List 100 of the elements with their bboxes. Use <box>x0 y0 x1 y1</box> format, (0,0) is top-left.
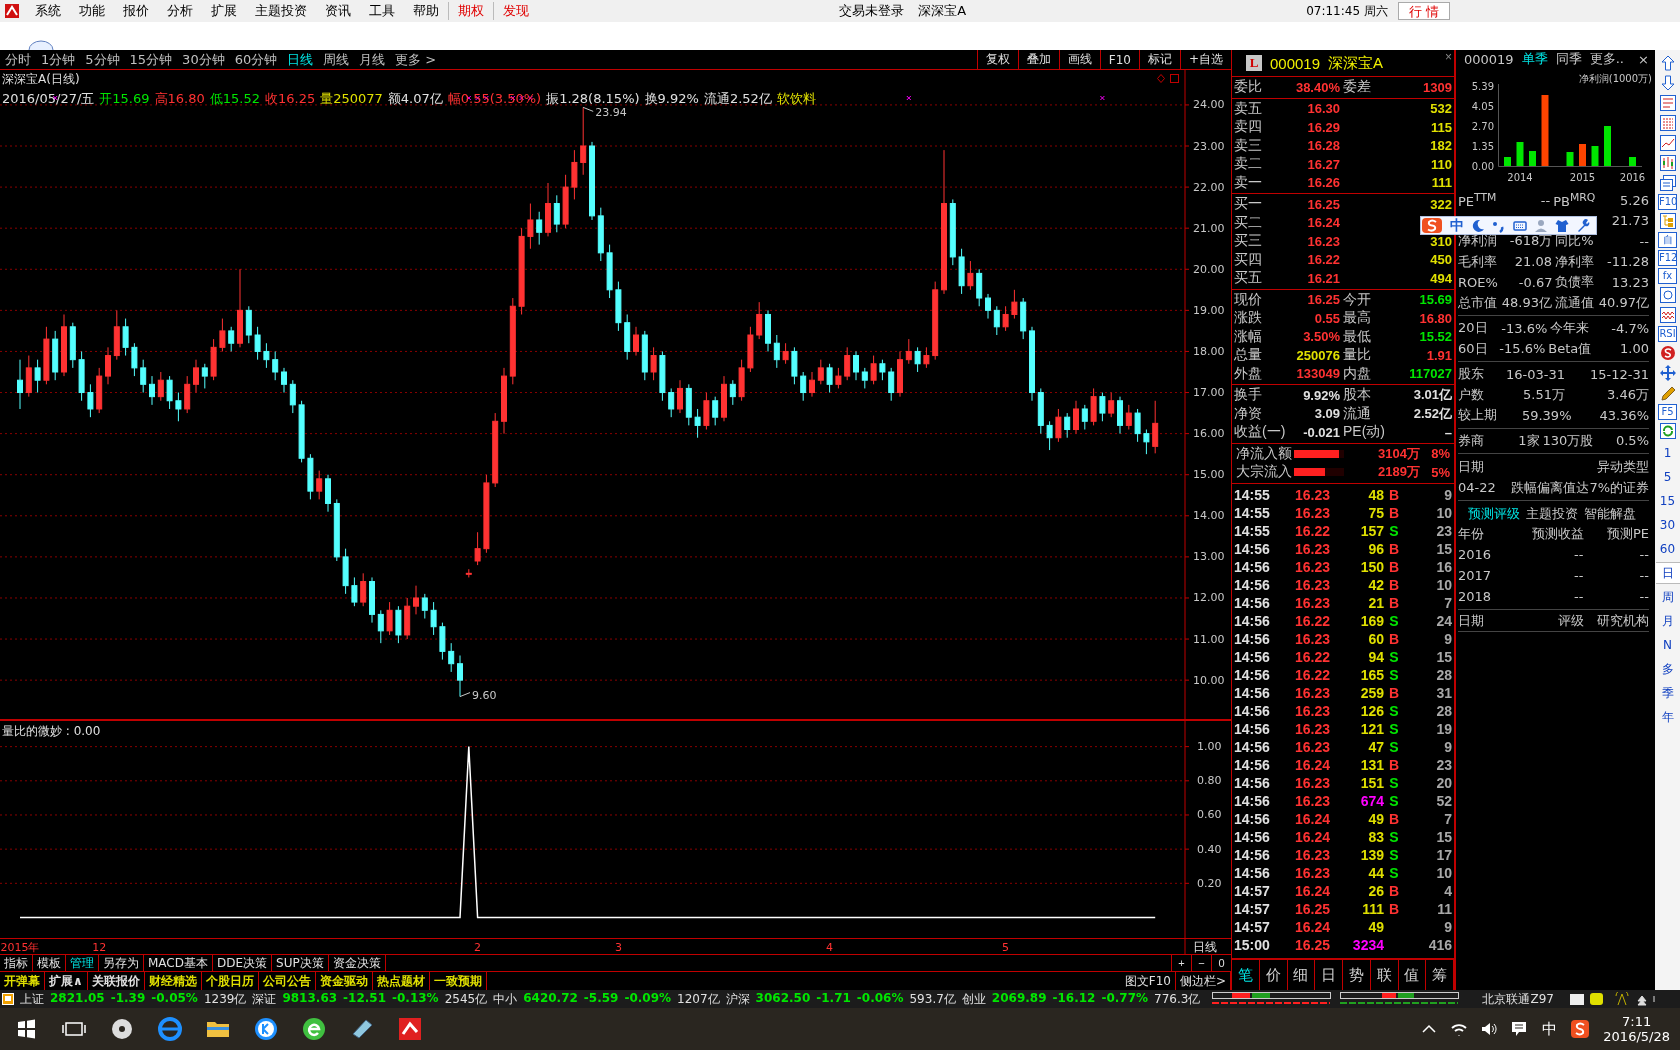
toolbar-button[interactable]: 自 <box>1658 232 1677 248</box>
trade-volume: 3234 <box>1351 936 1384 953</box>
windows-icon[interactable] <box>1657 174 1678 192</box>
period-tab[interactable]: 周线 <box>318 50 355 69</box>
candlestick-icon[interactable] <box>1657 154 1678 172</box>
input-method-indicator[interactable]: 中 <box>1542 1019 1558 1039</box>
toolbar-button[interactable]: RSI <box>1658 326 1677 342</box>
s-logo-icon[interactable] <box>1571 1020 1590 1038</box>
menu-item[interactable]: 分析 <box>158 2 202 20</box>
period-tab[interactable]: 15分钟 <box>124 50 178 69</box>
forecast-tab[interactable]: 主题投资 <box>1526 505 1578 523</box>
grid-icon[interactable] <box>1657 114 1678 132</box>
trade-count: 7 <box>1443 810 1452 827</box>
feature-tab[interactable]: 扩展∧ <box>45 972 88 990</box>
field-value: 310 <box>1429 233 1452 249</box>
feature-tab[interactable]: 开弹幕 <box>0 972 45 990</box>
list-icon[interactable] <box>1657 94 1678 112</box>
table-cell-text: -- <box>1573 588 1584 606</box>
keyboard-icon[interactable] <box>1513 218 1527 233</box>
index-name: 中小 <box>493 990 518 1008</box>
speaker-icon[interactable] <box>1480 1020 1499 1038</box>
menu-item[interactable]: 期权 <box>448 2 493 20</box>
finance-text: 59.39% <box>1521 407 1572 423</box>
forecast-tab[interactable]: 预测评级 <box>1468 505 1520 523</box>
toolbar-button[interactable]: F12 <box>1658 250 1677 266</box>
field-value: 115 <box>1430 119 1452 135</box>
period-tab[interactable]: 30分钟 <box>177 50 230 69</box>
indicator-title: 量比的微妙 : 0.00 <box>2 723 101 740</box>
period-button[interactable]: 多 <box>1655 658 1680 680</box>
menu-item[interactable]: 工具 <box>360 2 404 20</box>
trade-time: 14:56 <box>1234 684 1271 701</box>
toolbar-button[interactable]: F5 <box>1658 404 1677 420</box>
trade-side: S <box>1388 846 1400 863</box>
trade-count: 16 <box>1435 558 1452 575</box>
finance-text: 3.46万 <box>1607 385 1649 404</box>
refresh-icon[interactable] <box>1657 422 1678 440</box>
tree-icon[interactable] <box>1657 212 1678 230</box>
toolbar-button[interactable]: fx <box>1658 268 1677 284</box>
finance-text: 券商 <box>1458 431 1484 450</box>
index-amount: 776.3亿 <box>1154 990 1201 1008</box>
axis-label: 11.00 <box>1193 632 1225 646</box>
price-label: 23.94 <box>595 106 627 120</box>
menu-item[interactable]: 发现 <box>493 2 538 20</box>
close-button[interactable]: × <box>1638 51 1649 67</box>
field-label: 总量 <box>1234 346 1263 365</box>
forecast-tab[interactable]: 智能解盘 <box>1584 505 1636 523</box>
candlestick <box>25 355 32 398</box>
period-button[interactable]: 年 <box>1655 706 1680 728</box>
quote-info-text: 低15.52 <box>209 90 260 108</box>
field-label: 净资 <box>1234 404 1263 423</box>
wrench-icon[interactable] <box>1576 218 1590 233</box>
moon-icon[interactable] <box>1471 218 1485 233</box>
finance-tab[interactable]: 同季 <box>1555 50 1582 68</box>
period-tab[interactable]: 更多 > <box>390 50 442 69</box>
field-value: 16.28 <box>1306 138 1340 154</box>
finance-text: 5.26 <box>1620 192 1649 208</box>
trade-time: 14:57 <box>1234 918 1271 935</box>
period-button[interactable]: 日 <box>1655 562 1680 584</box>
trade-time: 14:56 <box>1234 666 1271 683</box>
menu-item[interactable]: 扩展 <box>202 2 246 20</box>
menu-item[interactable]: 功能 <box>70 2 114 20</box>
close-button[interactable]: × <box>1445 50 1452 64</box>
notification-icon[interactable] <box>1510 1020 1529 1038</box>
period-button[interactable]: N <box>1655 634 1680 656</box>
menu-item[interactable]: 帮助 <box>404 2 448 20</box>
table-cell-text: 2016 <box>1458 546 1493 564</box>
quote-button[interactable]: 行 情 <box>1397 2 1450 20</box>
finance-tab[interactable]: 单季 <box>1521 50 1548 68</box>
period-button[interactable]: 30 <box>1655 514 1680 536</box>
period-tab[interactable]: 月线 <box>354 50 391 69</box>
field-value: 16.23 <box>1306 233 1340 249</box>
axis-label: 2014 <box>1507 172 1533 183</box>
period-button[interactable]: 1 <box>1655 442 1680 464</box>
field-value: – <box>1443 424 1452 440</box>
menu-item[interactable]: 系统 <box>26 2 70 20</box>
trade-side: B <box>1387 900 1401 917</box>
period-button[interactable]: 15 <box>1655 490 1680 512</box>
period-tab[interactable]: 1分钟 <box>36 50 81 69</box>
trade-time: 14:56 <box>1234 828 1271 845</box>
menu-item[interactable]: 资讯 <box>316 2 360 20</box>
bar <box>1579 144 1586 166</box>
finance-text: 毛利率 <box>1458 252 1497 271</box>
more-link[interactable]: 更多.. <box>1589 50 1624 68</box>
period-button[interactable]: 季 <box>1655 682 1680 704</box>
period-button[interactable]: 月 <box>1655 610 1680 632</box>
period-tab[interactable]: 日线 <box>282 50 319 69</box>
period-button[interactable]: 周 <box>1655 586 1680 608</box>
period-tab[interactable]: 60分钟 <box>229 50 283 69</box>
line-chart-icon[interactable] <box>1657 134 1678 152</box>
period-tab[interactable]: 分时 <box>0 50 36 69</box>
field-label: 卖四 <box>1234 118 1263 137</box>
bar <box>1529 151 1536 166</box>
input-mode-button[interactable]: 中 <box>1450 216 1464 235</box>
period-button[interactable]: 5 <box>1655 466 1680 488</box>
shirt-icon[interactable] <box>1555 218 1569 233</box>
period-button[interactable]: 60 <box>1655 538 1680 560</box>
menu-item[interactable]: 主题投资 <box>246 2 316 20</box>
period-tab[interactable]: 5分钟 <box>80 50 125 69</box>
wave-icon[interactable] <box>1657 306 1678 324</box>
menu-item[interactable]: 报价 <box>114 2 158 20</box>
